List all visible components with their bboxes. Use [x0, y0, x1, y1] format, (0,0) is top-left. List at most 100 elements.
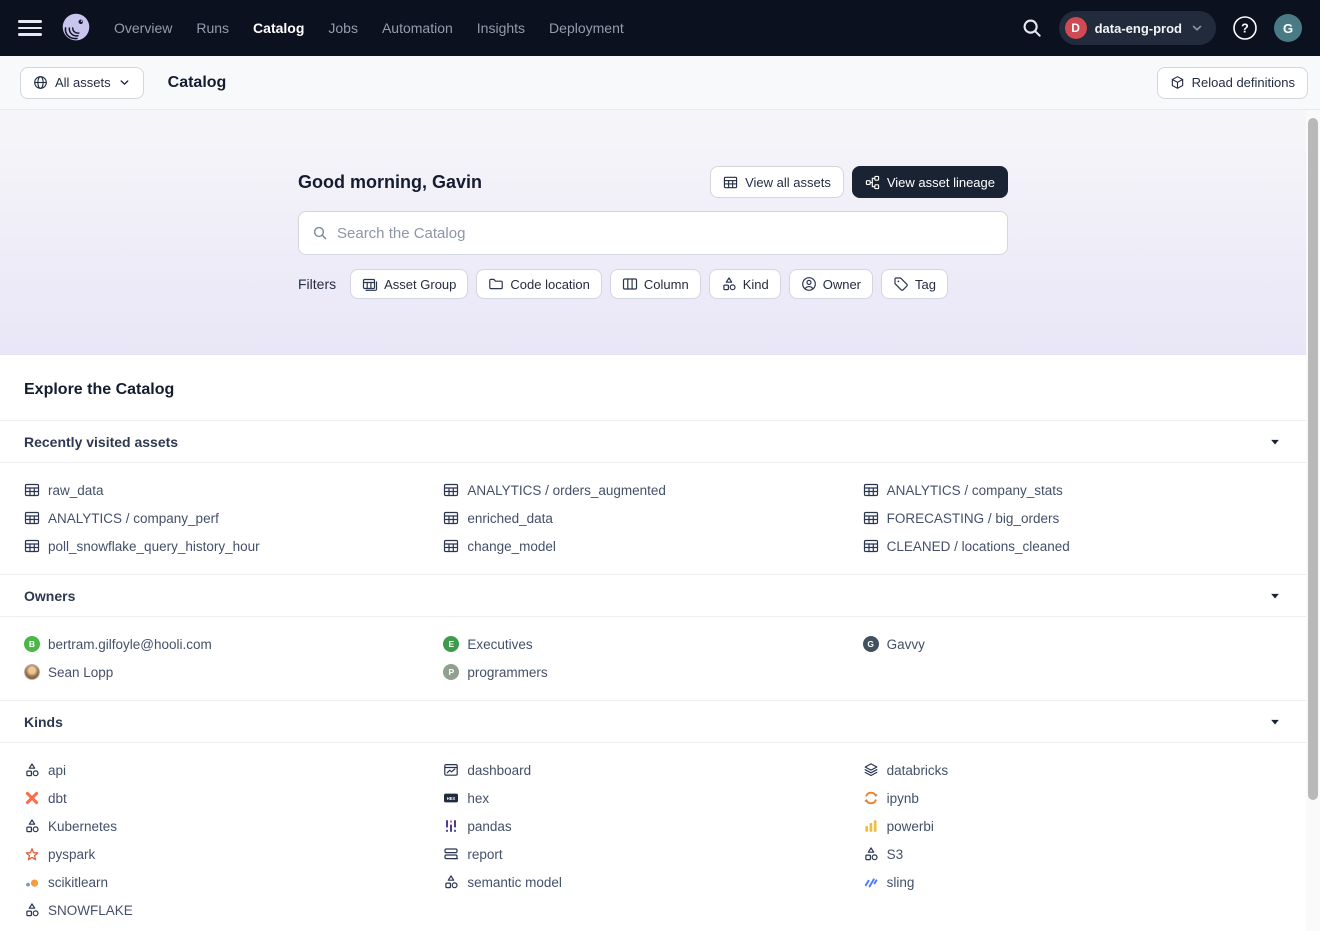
nav-item-runs[interactable]: Runs: [196, 20, 229, 36]
kind-item-hex[interactable]: HEXhex: [443, 784, 862, 812]
kind-item-powerbi[interactable]: powerbi: [863, 812, 1282, 840]
kind-generic-icon: [443, 874, 459, 890]
kind-item-pandas[interactable]: pandas: [443, 812, 862, 840]
kind-item-kubernetes[interactable]: Kubernetes: [24, 812, 443, 840]
table-icon: [863, 538, 879, 554]
section-header-owners[interactable]: Owners: [0, 574, 1306, 617]
table-icon: [863, 510, 879, 526]
kind-item-dashboard[interactable]: dashboard: [443, 756, 862, 784]
kind-item-sling[interactable]: sling: [863, 868, 1282, 896]
kind-generic-icon: [863, 846, 879, 862]
kind-label: scikitlearn: [48, 875, 108, 890]
owner-item-executives[interactable]: EExecutives: [443, 630, 862, 658]
filter-pill-kind[interactable]: Kind: [709, 269, 781, 299]
kind-label: sling: [887, 875, 915, 890]
table-icon: [24, 482, 40, 498]
kind-item-snowflake[interactable]: SNOWFLAKE: [24, 896, 443, 924]
asset-link-enriched-data[interactable]: enriched_data: [443, 504, 862, 532]
greeting-text: Good morning, Gavin: [298, 172, 482, 193]
nav-item-catalog[interactable]: Catalog: [253, 20, 304, 36]
owner-item-bertram-gilfoyle-hooli-com[interactable]: Bbertram.gilfoyle@hooli.com: [24, 630, 443, 658]
asset-link-analytics-company-stats[interactable]: ANALYTICS / company_stats: [863, 476, 1282, 504]
asset-link-change-model[interactable]: change_model: [443, 532, 862, 560]
scrollbar-thumb[interactable]: [1308, 118, 1318, 800]
section-header-recent[interactable]: Recently visited assets: [0, 420, 1306, 463]
reload-definitions-button[interactable]: Reload definitions: [1157, 67, 1308, 99]
scikitlearn-icon: [24, 874, 40, 890]
lineage-icon: [865, 175, 880, 190]
section-header-kinds[interactable]: Kinds: [0, 700, 1306, 743]
nav-item-insights[interactable]: Insights: [477, 20, 525, 36]
filter-pill-column[interactable]: Column: [610, 269, 701, 299]
nav-item-deployment[interactable]: Deployment: [549, 20, 624, 36]
caret-down-icon[interactable]: [1268, 435, 1282, 449]
kind-label: SNOWFLAKE: [48, 903, 133, 918]
filter-pill-label: Tag: [915, 277, 936, 292]
owner-item-gavvy[interactable]: GGavvy: [863, 630, 1282, 658]
asset-link-raw-data[interactable]: raw_data: [24, 476, 443, 504]
kind-label: databricks: [887, 763, 949, 778]
svg-text:HEX: HEX: [447, 796, 456, 801]
sling-icon: [863, 874, 879, 890]
filters-label: Filters: [298, 276, 336, 292]
folder-icon: [488, 276, 504, 292]
search-icon[interactable]: [1021, 17, 1043, 39]
kind-item-scikitlearn[interactable]: scikitlearn: [24, 868, 443, 896]
caret-down-icon[interactable]: [1268, 589, 1282, 603]
databricks-icon: [863, 762, 879, 778]
filter-pills: Asset Group Code location Column Kind Owner T…: [350, 269, 948, 299]
kind-item-api[interactable]: api: [24, 756, 443, 784]
nav-item-automation[interactable]: Automation: [382, 20, 453, 36]
caret-down-icon[interactable]: [1268, 715, 1282, 729]
kind-label: dashboard: [467, 763, 531, 778]
dashboard-icon: [443, 762, 459, 778]
dagster-logo-icon[interactable]: [56, 8, 96, 48]
asset-label: raw_data: [48, 483, 104, 498]
filter-pill-code-location[interactable]: Code location: [476, 269, 602, 299]
globe-icon: [33, 75, 48, 90]
asset-label: enriched_data: [467, 511, 553, 526]
owner-avatar: P: [443, 664, 459, 680]
view-all-assets-button[interactable]: View all assets: [710, 166, 844, 198]
asset-link-forecasting-big-orders[interactable]: FORECASTING / big_orders: [863, 504, 1282, 532]
nav-item-jobs[interactable]: Jobs: [328, 20, 358, 36]
kind-item-dbt[interactable]: dbt: [24, 784, 443, 812]
filter-pill-tag[interactable]: Tag: [881, 269, 948, 299]
kind-item-databricks[interactable]: databricks: [863, 756, 1282, 784]
kind-item-pyspark[interactable]: pyspark: [24, 840, 443, 868]
asset-link-analytics-orders-augmented[interactable]: ANALYTICS / orders_augmented: [443, 476, 862, 504]
workspace-name: data-eng-prod: [1095, 21, 1182, 36]
help-icon[interactable]: ?: [1232, 15, 1258, 41]
kind-item-s3[interactable]: S3: [863, 840, 1282, 868]
asset-link-poll-snowflake-query-history-hour[interactable]: poll_snowflake_query_history_hour: [24, 532, 443, 560]
ipynb-icon: [863, 790, 879, 806]
filter-pill-owner[interactable]: Owner: [789, 269, 873, 299]
catalog-search-box: [298, 211, 1008, 255]
kind-generic-icon: [24, 818, 40, 834]
menu-icon[interactable]: [18, 16, 42, 40]
owner-label: programmers: [467, 665, 547, 680]
powerbi-icon: [863, 818, 879, 834]
filter-pill-asset-group[interactable]: Asset Group: [350, 269, 468, 299]
kind-item-report[interactable]: report: [443, 840, 862, 868]
filter-pill-label: Asset Group: [384, 277, 456, 292]
kind-item-ipynb[interactable]: ipynb: [863, 784, 1282, 812]
owner-label: Sean Lopp: [48, 665, 113, 680]
view-asset-lineage-button[interactable]: View asset lineage: [852, 166, 1008, 198]
nav-item-overview[interactable]: Overview: [114, 20, 172, 36]
asset-link-analytics-company-perf[interactable]: ANALYTICS / company_perf: [24, 504, 443, 532]
asset-group-icon: [362, 276, 378, 292]
owner-item-sean-lopp[interactable]: Sean Lopp: [24, 658, 443, 686]
search-icon: [312, 225, 328, 241]
workspace-switcher[interactable]: D data-eng-prod: [1059, 11, 1216, 45]
catalog-search-input[interactable]: [337, 225, 994, 242]
user-avatar[interactable]: G: [1274, 14, 1302, 42]
filter-pill-label: Code location: [510, 277, 590, 292]
asset-link-cleaned-locations-cleaned[interactable]: CLEANED / locations_cleaned: [863, 532, 1282, 560]
tag-icon: [893, 276, 909, 292]
pyspark-icon: [24, 846, 40, 862]
kind-item-semantic-model[interactable]: semantic model: [443, 868, 862, 896]
asset-scope-button[interactable]: All assets: [20, 67, 144, 99]
owner-item-programmers[interactable]: Pprogrammers: [443, 658, 862, 686]
asset-label: change_model: [467, 539, 556, 554]
